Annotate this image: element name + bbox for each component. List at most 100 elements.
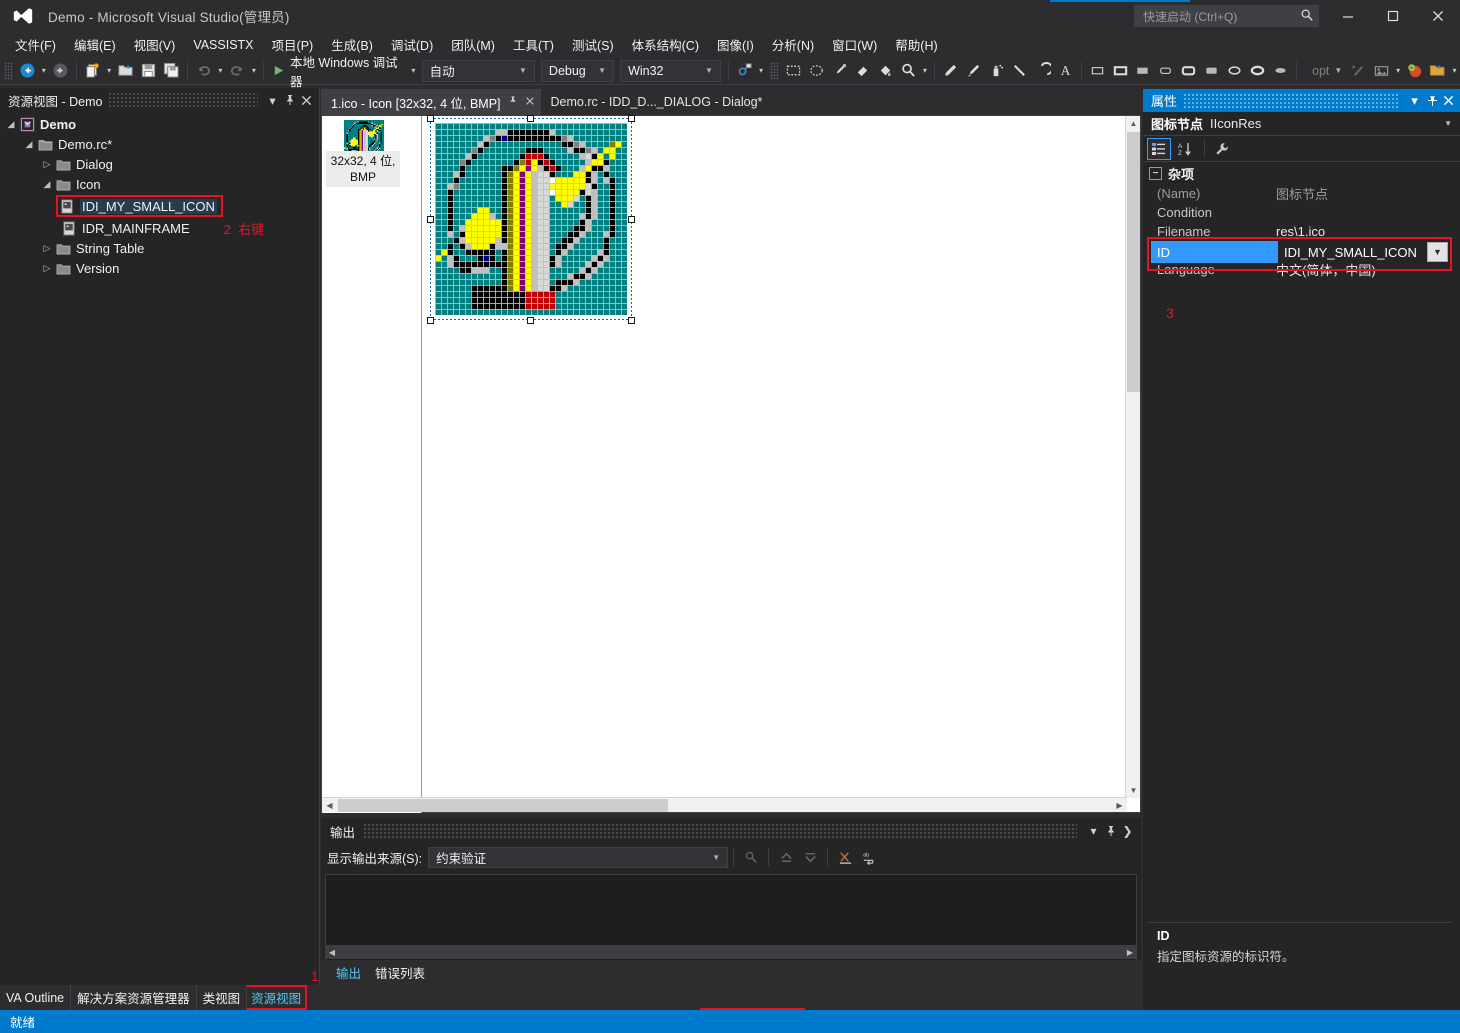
navigate-back-dropdown[interactable]: ▾ <box>39 59 50 83</box>
menu-item-team[interactable]: 团队(M) <box>442 32 504 57</box>
menu-item-window[interactable]: 窗口(W) <box>823 32 886 57</box>
brush-icon[interactable] <box>962 59 985 83</box>
quick-launch-input[interactable]: 快速启动 (Ctrl+Q) <box>1134 5 1319 27</box>
scroll-thumb-horizontal[interactable] <box>338 799 668 812</box>
chevron-down-icon[interactable]: ▾ <box>264 91 281 109</box>
editor-horizontal-scrollbar[interactable]: ◀ ▶ <box>322 797 1127 812</box>
expander-icon[interactable]: ▷ <box>40 243 54 254</box>
resize-handle-e[interactable] <box>628 216 635 223</box>
menu-item-image[interactable]: 图像(I) <box>708 32 763 57</box>
new-item-dropdown[interactable]: ▾ <box>104 59 115 83</box>
scroll-left-icon[interactable]: ◀ <box>322 798 337 813</box>
fill-icon[interactable] <box>874 59 897 83</box>
expander-icon[interactable]: ◢ <box>4 119 18 130</box>
new-item-icon[interactable] <box>81 59 104 83</box>
property-value-id[interactable]: IDI_MY_SMALL_ICON <box>1278 241 1427 263</box>
tree-node-demo[interactable]: ◢ Demo <box>0 114 319 134</box>
scroll-right-icon[interactable]: ▶ <box>1123 945 1137 959</box>
navigate-back-icon[interactable] <box>16 59 39 83</box>
chevron-down-icon[interactable]: ▼ <box>1440 119 1456 128</box>
property-pages-icon[interactable] <box>1210 138 1234 160</box>
property-row-name[interactable]: (Name) 图标节点 <box>1143 184 1460 203</box>
platform-auto-combo[interactable]: 自动 ▼ <box>421 59 535 82</box>
categorized-view-icon[interactable] <box>1147 137 1171 160</box>
tab-output[interactable]: 输出 <box>329 960 368 985</box>
resize-handle-n[interactable] <box>527 115 534 122</box>
go-to-next-message-icon[interactable] <box>798 845 822 869</box>
save-icon[interactable] <box>137 59 160 83</box>
image-dropdown[interactable]: ▾ <box>1393 59 1404 83</box>
ellipse-thick-icon[interactable] <box>1246 59 1269 83</box>
minimize-button[interactable] <box>1325 0 1370 32</box>
ellipse-outline-icon[interactable] <box>1223 59 1246 83</box>
text-icon[interactable]: A <box>1054 59 1077 83</box>
close-icon[interactable] <box>525 96 535 109</box>
toolbar-grip[interactable] <box>4 61 13 80</box>
tree-node-icon-folder[interactable]: ◢ Icon <box>0 174 319 194</box>
toolbar-overflow[interactable]: ▾ <box>1449 59 1460 83</box>
properties-object-selector[interactable]: 图标节点 IIconRes ▼ <box>1143 112 1460 136</box>
chevron-down-icon[interactable]: ▼ <box>1427 242 1448 262</box>
resize-handle-sw[interactable] <box>427 317 434 324</box>
undo-dropdown[interactable]: ▾ <box>215 59 226 83</box>
property-row-condition[interactable]: Condition <box>1143 203 1460 222</box>
expander-icon[interactable]: ▷ <box>40 263 54 274</box>
rounded-rect-thick-icon[interactable] <box>1177 59 1200 83</box>
resize-handle-ne[interactable] <box>628 115 635 122</box>
pin-icon[interactable] <box>1102 822 1119 840</box>
properties-category-misc[interactable]: − 杂项 <box>1143 162 1460 184</box>
icon-pixel-grid[interactable] <box>435 123 627 315</box>
tab-resource-view[interactable]: 资源视图 <box>246 985 308 1010</box>
zoom-dropdown[interactable]: ▾ <box>920 59 931 83</box>
tree-node-demo-rc[interactable]: ◢ Demo.rc* <box>0 134 319 154</box>
chevron-down-icon[interactable]: ▾ <box>1406 92 1423 110</box>
lasso-select-icon[interactable] <box>805 59 828 83</box>
image-icon[interactable] <box>1370 59 1393 83</box>
tab-va-outline[interactable]: VA Outline <box>0 988 70 1008</box>
tree-node-dialog[interactable]: ▷ Dialog <box>0 154 319 174</box>
close-icon[interactable]: ❯ <box>1119 822 1136 840</box>
pin-icon[interactable] <box>281 91 298 109</box>
tree-node-idr-mainframe[interactable]: IDR_MAINFRAME 2 右键 <box>0 218 319 238</box>
undo-icon[interactable] <box>192 59 215 83</box>
save-all-icon[interactable] <box>160 59 183 83</box>
expander-icon[interactable]: ◢ <box>22 139 36 150</box>
scroll-right-icon[interactable]: ▶ <box>1112 798 1127 813</box>
property-row-id[interactable]: ID IDI_MY_SMALL_ICON ▼ <box>1151 241 1448 263</box>
open-file-icon[interactable] <box>114 59 137 83</box>
eraser-icon[interactable] <box>851 59 874 83</box>
tree-node-string-table[interactable]: ▷ String Table <box>0 238 319 258</box>
attach-process-icon[interactable] <box>733 59 756 83</box>
document-tab-icon-editor[interactable]: 1.ico - Icon [32x32, 4 位, BMP] <box>321 89 541 115</box>
go-to-previous-message-icon[interactable] <box>774 845 798 869</box>
menu-item-analyze[interactable]: 分析(N) <box>763 32 823 57</box>
start-debug-button[interactable]: 本地 Windows 调试器 <box>268 56 408 89</box>
resize-handle-s[interactable] <box>527 317 534 324</box>
editor-vertical-scrollbar[interactable]: ▲ ▼ <box>1125 116 1140 798</box>
line-icon[interactable] <box>1008 59 1031 83</box>
rect-filled-icon[interactable] <box>1131 59 1154 83</box>
close-button[interactable] <box>1415 0 1460 32</box>
find-message-icon[interactable] <box>739 845 763 869</box>
menu-item-vassistx[interactable]: VASSISTX <box>184 35 262 55</box>
scroll-left-icon[interactable]: ◀ <box>325 945 339 959</box>
resize-handle-se[interactable] <box>628 317 635 324</box>
open-folder-icon[interactable] <box>1426 59 1449 83</box>
opt-combo[interactable]: opt ▼ <box>1304 60 1344 82</box>
pin-icon[interactable] <box>1423 92 1440 110</box>
tab-class-view[interactable]: 类视图 <box>195 985 247 1010</box>
expander-icon[interactable]: ▷ <box>40 159 54 170</box>
resize-handle-nw[interactable] <box>427 115 434 122</box>
tab-error-list[interactable]: 错误列表 <box>368 960 432 985</box>
menu-item-view[interactable]: 视图(V) <box>125 32 185 57</box>
menu-item-tools[interactable]: 工具(T) <box>504 32 563 57</box>
tree-node-idi-my-small-icon[interactable]: IDI_MY_SMALL_ICON <box>0 194 319 218</box>
menu-item-help[interactable]: 帮助(H) <box>886 32 946 57</box>
redo-dropdown[interactable]: ▾ <box>249 59 260 83</box>
scroll-thumb-vertical[interactable] <box>1127 132 1140 392</box>
redo-icon[interactable] <box>226 59 249 83</box>
alphabetical-view-icon[interactable]: AZ <box>1173 138 1197 160</box>
expander-icon[interactable]: ◢ <box>40 179 54 190</box>
clear-all-icon[interactable] <box>833 845 857 869</box>
menu-item-edit[interactable]: 编辑(E) <box>65 32 125 57</box>
